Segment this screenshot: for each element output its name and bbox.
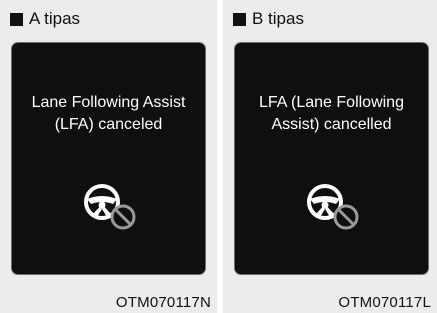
panel-b: B tipas LFA (Lane Following Assist) canc…	[223, 0, 437, 313]
display-message: LFA (Lane Following Assist) cancelled	[235, 92, 428, 136]
square-bullet-icon	[10, 12, 23, 26]
figure-code: OTM070117L	[338, 294, 431, 311]
panel-heading-label: B tipas	[252, 9, 304, 28]
panel-a: A tipas Lane Following Assist (LFA) canc…	[0, 0, 217, 313]
panel-heading: B tipas	[233, 9, 304, 29]
display-message-line-2: Assist) cancelled	[271, 116, 392, 133]
display-message-line-1: Lane Following Assist	[31, 94, 186, 111]
figure: A tipas Lane Following Assist (LFA) canc…	[0, 0, 437, 313]
square-bullet-icon	[233, 12, 246, 26]
steering-wheel-cancel-icon	[307, 184, 359, 230]
display-message-line-2: (LFA) canceled	[54, 116, 163, 133]
steering-wheel-cancel-icon	[84, 184, 136, 230]
figure-code: OTM070117N	[115, 294, 211, 311]
panel-heading-label: A tipas	[29, 9, 81, 28]
panel-heading: A tipas	[10, 9, 80, 29]
cluster-display: Lane Following Assist (LFA) canceled	[11, 42, 206, 275]
display-message: Lane Following Assist (LFA) canceled	[12, 92, 205, 136]
cluster-display: LFA (Lane Following Assist) cancelled	[234, 42, 429, 275]
display-message-line-1: LFA (Lane Following	[259, 94, 404, 111]
